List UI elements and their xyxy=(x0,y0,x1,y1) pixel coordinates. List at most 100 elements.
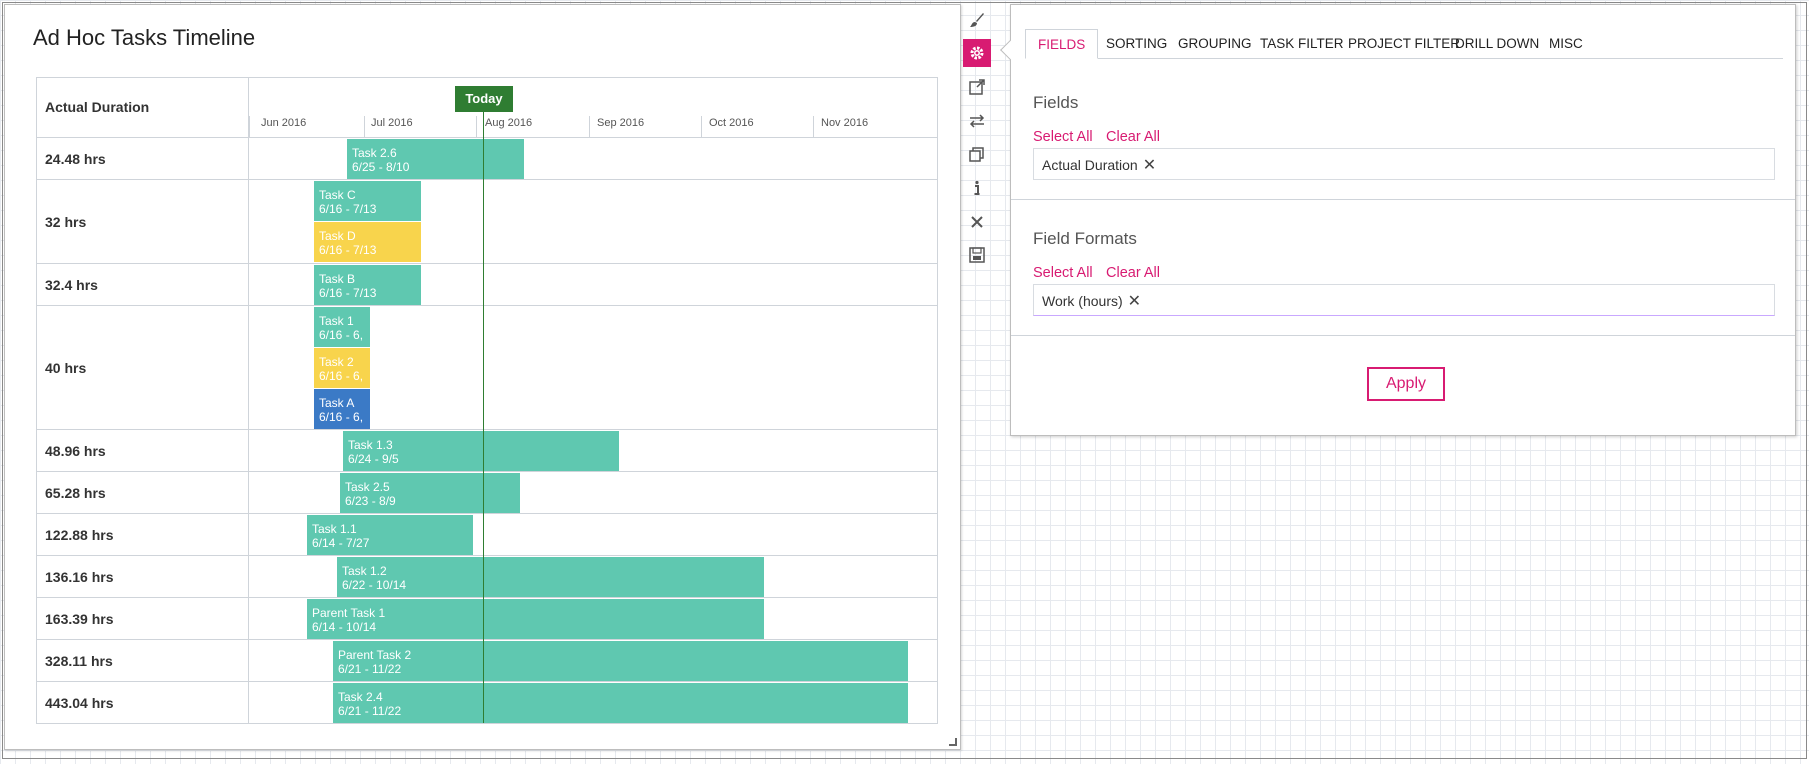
gear-icon[interactable] xyxy=(963,39,991,67)
section-divider xyxy=(1011,199,1795,200)
timeline-header: Actual Duration Jun 2016 Jul 2016 Aug 20… xyxy=(37,78,937,138)
row-label: 443.04 hrs xyxy=(45,695,114,711)
timeline-grid: Actual Duration Jun 2016 Jul 2016 Aug 20… xyxy=(36,77,938,724)
row-label: 65.28 hrs xyxy=(45,485,106,501)
popout-icon[interactable] xyxy=(963,73,991,101)
task-dates: 6/23 - 8/9 xyxy=(345,494,396,508)
task-name: Task 1.1 xyxy=(312,522,357,536)
panel-title: Ad Hoc Tasks Timeline xyxy=(33,25,256,50)
task-dates: 6/16 - 6, xyxy=(319,410,364,424)
timeline-row: 24.48 hrs Task 2.6 6/25 - 8/10 xyxy=(37,138,937,180)
save-icon[interactable] xyxy=(963,241,991,269)
apply-button[interactable]: Apply xyxy=(1367,367,1445,401)
task-dates: 6/16 - 6, xyxy=(319,369,364,383)
task-dates: 6/16 - 7/13 xyxy=(319,202,377,216)
timeline-row: 136.16 hrs Task 1.2 6/22 - 10/14 xyxy=(37,556,937,598)
settings-tabs: FIELDS SORTING GROUPING TASK FILTER PROJ… xyxy=(1025,29,1783,59)
resize-handle[interactable] xyxy=(949,738,957,746)
task-bar[interactable]: Parent Task 1 6/14 - 10/14 xyxy=(307,599,764,639)
month-tick xyxy=(364,116,365,138)
task-dates: 6/25 - 8/10 xyxy=(352,160,410,174)
task-name: Task C xyxy=(319,188,356,202)
task-bar[interactable]: Task B 6/16 - 7/13 xyxy=(314,265,421,305)
timeline-row: 328.11 hrs Parent Task 2 6/21 - 11/22 xyxy=(37,640,937,682)
tab-fields[interactable]: FIELDS xyxy=(1025,29,1099,59)
tab-drill-down[interactable]: DRILL DOWN xyxy=(1443,29,1551,59)
month-label: Sep 2016 xyxy=(597,117,645,129)
row-label: 136.16 hrs xyxy=(45,569,114,585)
task-name: Task 2 xyxy=(319,355,354,369)
task-name: Task A xyxy=(319,396,355,410)
month-tick xyxy=(701,116,702,138)
month-label: Jun 2016 xyxy=(261,117,307,129)
timeline-row: 443.04 hrs Task 2.4 6/21 - 11/22 xyxy=(37,682,937,724)
task-name: Parent Task 1 xyxy=(312,606,386,620)
task-bar[interactable]: Task A 6/16 - 6, xyxy=(314,389,370,429)
month-label: Jul 2016 xyxy=(371,117,413,129)
task-bar[interactable]: Task 2.5 6/23 - 8/9 xyxy=(340,473,520,513)
task-bar[interactable]: Task 2 6/16 - 6, xyxy=(314,348,370,388)
format-chip-label: Work (hours) xyxy=(1042,293,1123,309)
task-name: Task D xyxy=(319,229,356,243)
month-label: Oct 2016 xyxy=(709,117,754,129)
task-dates: 6/14 - 10/14 xyxy=(312,620,377,634)
field-chip-label: Actual Duration xyxy=(1042,157,1138,173)
fields-clear-all-link[interactable]: Clear All xyxy=(1106,129,1160,145)
row-label: 328.11 hrs xyxy=(45,653,113,669)
row-label: 163.39 hrs xyxy=(45,611,114,627)
tab-misc[interactable]: MISC xyxy=(1537,29,1595,59)
column-header-actual-duration[interactable]: Actual Duration xyxy=(45,99,149,115)
row-label: 122.88 hrs xyxy=(45,527,114,543)
close-icon[interactable] xyxy=(963,208,991,236)
timeline-row: 65.28 hrs Task 2.5 6/23 - 8/9 xyxy=(37,472,937,514)
timeline-row: 40 hrs Task 1 6/16 - 6, Task 2 6/16 - 6,… xyxy=(37,306,937,430)
remove-chip-icon[interactable]: ✕ xyxy=(1143,157,1156,174)
info-icon[interactable] xyxy=(963,174,991,202)
brush-icon[interactable] xyxy=(963,6,991,34)
task-name: Task 1 xyxy=(319,314,354,328)
fields-select-all-link[interactable]: Select All xyxy=(1033,129,1093,145)
fields-section-title: Fields xyxy=(1033,93,1079,112)
task-name: Task 2.5 xyxy=(345,480,390,494)
swap-icon[interactable] xyxy=(963,107,991,135)
task-bar[interactable]: Task 1.2 6/22 - 10/14 xyxy=(337,557,764,597)
timeline-row: 122.88 hrs Task 1.1 6/14 - 7/27 xyxy=(37,514,937,556)
task-dates: 6/16 - 7/13 xyxy=(319,286,377,300)
fields-chip-input[interactable]: Actual Duration ✕ xyxy=(1033,148,1775,180)
task-dates: 6/16 - 7/13 xyxy=(319,243,377,257)
row-label: 48.96 hrs xyxy=(45,443,106,459)
task-bar[interactable]: Task 1.1 6/14 - 7/27 xyxy=(307,515,473,555)
task-bar[interactable]: Task D 6/16 - 7/13 xyxy=(314,222,421,262)
task-name: Task 2.4 xyxy=(338,690,383,704)
formats-select-all-link[interactable]: Select All xyxy=(1033,265,1093,281)
today-line xyxy=(483,112,484,723)
task-name: Task 2.6 xyxy=(352,146,397,160)
task-dates: 6/21 - 11/22 xyxy=(338,704,402,718)
settings-panel: FIELDS SORTING GROUPING TASK FILTER PROJ… xyxy=(1000,4,1796,436)
task-dates: 6/14 - 7/27 xyxy=(312,536,370,550)
month-label: Aug 2016 xyxy=(485,117,533,129)
formats-clear-all-link[interactable]: Clear All xyxy=(1106,265,1160,281)
timeline-row: 163.39 hrs Parent Task 1 6/14 - 10/14 xyxy=(37,598,937,640)
task-bar[interactable]: Task 1.3 6/24 - 9/5 xyxy=(343,431,619,471)
task-bar[interactable]: Parent Task 2 6/21 - 11/22 xyxy=(333,641,908,681)
field-formats-chip-input[interactable]: Work (hours) ✕ xyxy=(1033,284,1775,316)
row-label: 24.48 hrs xyxy=(45,151,106,167)
task-bar[interactable]: Task 2.6 6/25 - 8/10 xyxy=(347,139,524,179)
format-chip: Work (hours) ✕ xyxy=(1042,291,1141,311)
field-chip: Actual Duration ✕ xyxy=(1042,155,1156,175)
timeline-row: 32 hrs Task C 6/16 - 7/13 Task D 6/16 - … xyxy=(37,180,937,264)
task-bar[interactable]: Task 1 6/16 - 6, xyxy=(314,307,370,347)
row-label: 32.4 hrs xyxy=(45,277,98,293)
copy-icon[interactable] xyxy=(963,140,991,168)
task-bar[interactable]: Task C 6/16 - 7/13 xyxy=(314,181,421,221)
panel-pointer xyxy=(1000,40,1020,60)
today-marker-badge: Today xyxy=(455,86,513,112)
field-formats-section-title: Field Formats xyxy=(1033,229,1137,248)
month-tick xyxy=(589,116,590,138)
section-divider xyxy=(1011,335,1795,336)
task-dates: 6/22 - 10/14 xyxy=(342,578,407,592)
remove-chip-icon[interactable]: ✕ xyxy=(1128,293,1141,310)
task-bar[interactable]: Task 2.4 6/21 - 11/22 xyxy=(333,683,908,723)
row-label: 40 hrs xyxy=(45,360,87,376)
